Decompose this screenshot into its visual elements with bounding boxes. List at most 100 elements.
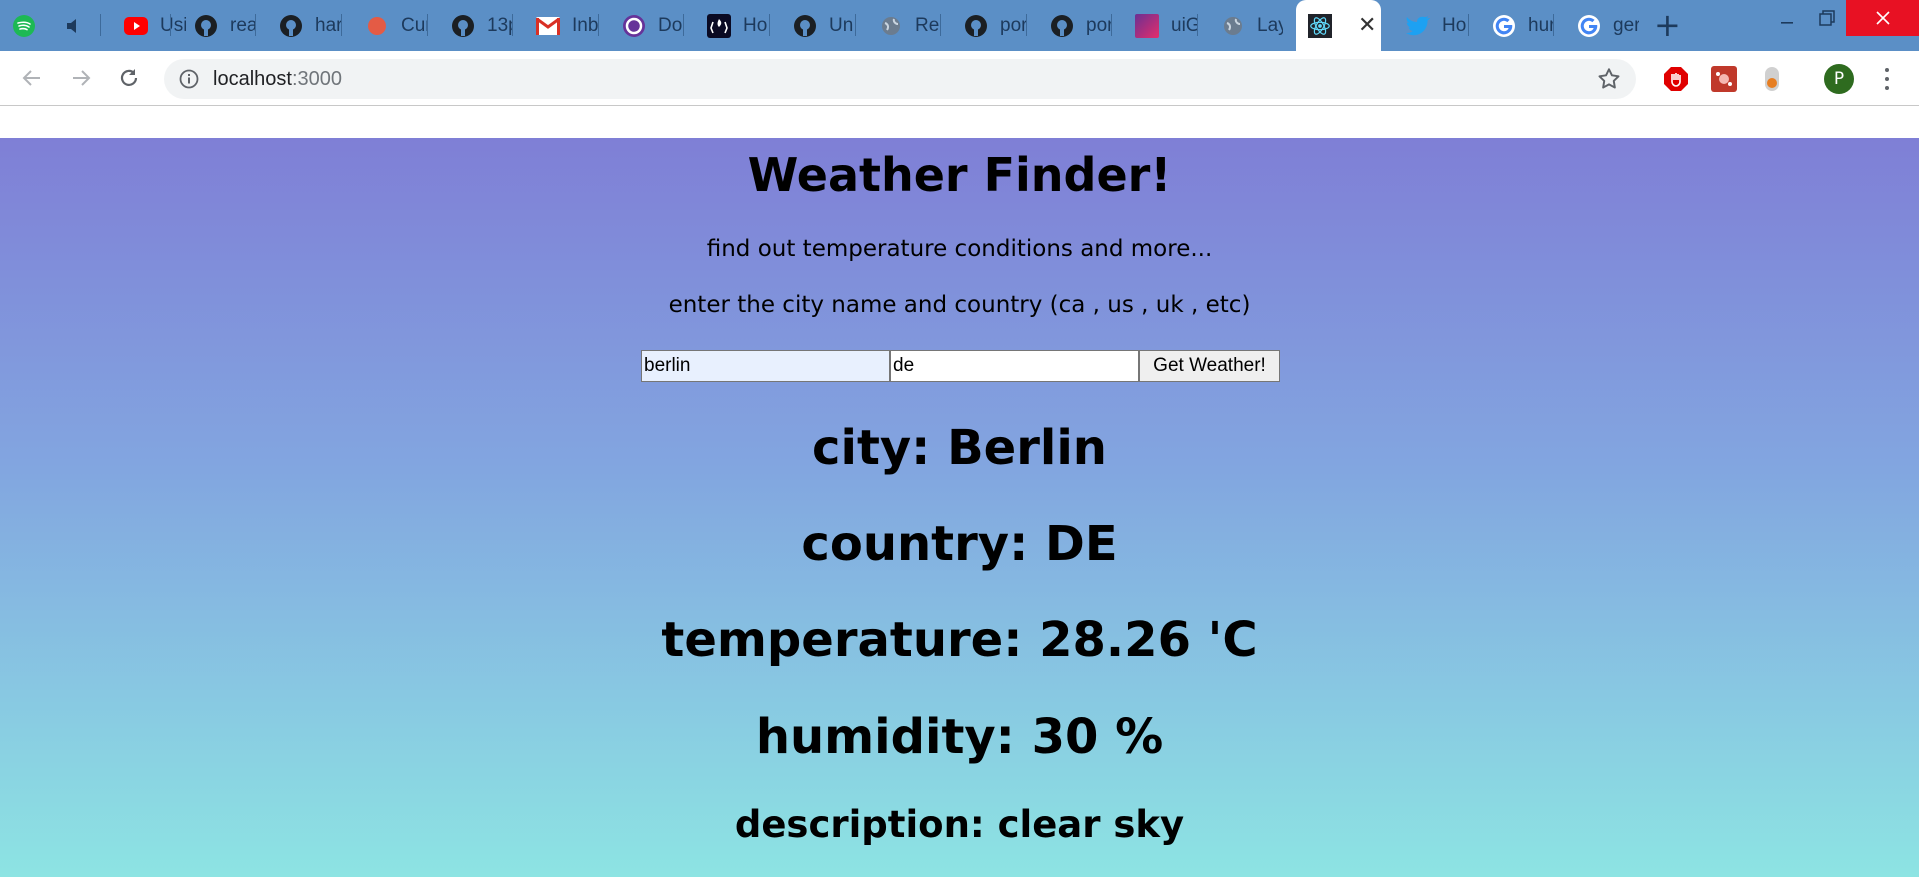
tab-twitter[interactable]: Ho — [1382, 0, 1468, 51]
tab-separator — [1197, 14, 1198, 36]
gmail-icon — [536, 14, 560, 38]
result-humidity: humidity: 30 % — [755, 709, 1164, 765]
result-country: country: DE — [801, 516, 1118, 572]
react-devtools-extension-icon[interactable] — [1711, 66, 1737, 92]
restore-button[interactable] — [1812, 0, 1842, 36]
country-input[interactable] — [890, 350, 1139, 382]
tab-strip: Usi rea har Cur 13p Inb — [0, 0, 1919, 51]
tab-title: Ho — [743, 14, 768, 36]
tab-curious[interactable]: Cur — [341, 0, 427, 51]
tab-gmail[interactable]: Inb — [512, 0, 598, 51]
tab-uigradients[interactable]: uiG — [1111, 0, 1197, 51]
github-icon — [451, 14, 475, 38]
tab-title: har — [315, 14, 341, 36]
tab-separator — [100, 14, 101, 36]
page-title: Weather Finder! — [747, 148, 1172, 202]
tab-separator — [1468, 14, 1469, 36]
app-subtitle: find out temperature conditions and more… — [706, 236, 1213, 262]
tab-title: rea — [230, 14, 256, 36]
tab-spotify[interactable] — [12, 0, 48, 51]
tab-gatsby[interactable]: Do — [598, 0, 684, 51]
react-icon — [1308, 13, 1332, 38]
url-host: localhost — [213, 68, 292, 90]
browser-menu-icon[interactable] — [1880, 64, 1894, 94]
app-instruction: enter the city name and country (ca , us… — [668, 292, 1251, 318]
tab-title: Rea — [915, 14, 941, 36]
minimize-button[interactable] — [1772, 0, 1802, 36]
tab-title: Lay — [1257, 14, 1283, 36]
toggle-extension-icon[interactable] — [1759, 66, 1785, 92]
get-weather-button[interactable]: Get Weather! — [1139, 350, 1280, 382]
tab-github-un[interactable]: Un — [769, 0, 855, 51]
tab-separator — [1553, 14, 1554, 36]
tab-react-active[interactable]: ✕ — [1296, 0, 1381, 51]
tab-title: por — [1000, 14, 1026, 36]
spotify-icon — [12, 14, 36, 38]
tab-title: Un — [829, 14, 854, 36]
close-window-button[interactable] — [1846, 0, 1919, 36]
back-button[interactable] — [18, 64, 46, 92]
github-icon — [194, 14, 218, 38]
tab-google-hur[interactable]: hur — [1468, 0, 1554, 51]
tab-title: Do — [658, 14, 683, 36]
twitter-icon — [1406, 14, 1430, 38]
google-icon — [1577, 14, 1601, 38]
tab-github-har[interactable]: har — [255, 0, 341, 51]
address-bar[interactable]: localhost:3000 — [164, 59, 1636, 99]
result-city: city: Berlin — [812, 420, 1107, 476]
url-port: :3000 — [291, 68, 342, 90]
globe-icon — [879, 14, 903, 38]
tab-separator — [1026, 14, 1027, 36]
youtube-icon — [124, 14, 148, 38]
uigradients-icon — [1135, 13, 1159, 38]
tab-github-rea[interactable]: rea — [170, 0, 256, 51]
browser-toolbar: localhost:3000 P — [0, 51, 1919, 105]
tab-title: hur — [1528, 14, 1554, 36]
url-text: localhost:3000 — [213, 68, 342, 91]
tab-title: Ho — [1442, 14, 1467, 36]
tab-title: ger — [1613, 14, 1639, 36]
tab-separator — [512, 14, 513, 36]
tab-github-13p[interactable]: 13p — [427, 0, 513, 51]
adblock-extension-icon[interactable] — [1663, 66, 1689, 92]
curious-icon — [365, 14, 389, 38]
weather-app: Weather Finder! find out temperature con… — [0, 138, 1919, 877]
tab-separator — [769, 14, 770, 36]
tab-separator — [855, 14, 856, 36]
profile-avatar[interactable]: P — [1824, 64, 1854, 94]
tab-separator — [940, 14, 941, 36]
result-description: description: clear sky — [734, 803, 1185, 846]
forward-button[interactable] — [67, 64, 95, 92]
tab-title: Inb — [572, 14, 598, 36]
tab-title: por — [1086, 14, 1112, 36]
muted-speaker-icon — [62, 14, 86, 38]
tab-title: Cur — [401, 14, 427, 36]
globe-icon — [1221, 14, 1245, 38]
bookmark-bar — [0, 105, 1919, 139]
tab-github-por-1[interactable]: por — [940, 0, 1026, 51]
info-icon[interactable] — [178, 68, 200, 94]
github-icon — [1050, 14, 1074, 38]
tab-muted[interactable] — [62, 0, 92, 51]
gatsby-icon — [622, 14, 646, 38]
tab-title: uiG — [1171, 14, 1197, 36]
city-input[interactable] — [641, 350, 890, 382]
tab-github-por-2[interactable]: por — [1026, 0, 1112, 51]
github-icon — [964, 14, 988, 38]
result-temperature: temperature: 28.26 'C — [661, 612, 1258, 668]
github-icon — [279, 14, 303, 38]
tab-separator — [598, 14, 599, 36]
tab-separator — [255, 14, 256, 36]
tab-freecodecamp[interactable]: Ho — [683, 0, 769, 51]
freecodecamp-icon — [707, 13, 731, 38]
tab-globe-lay[interactable]: Lay — [1197, 0, 1283, 51]
tab-separator — [1111, 14, 1112, 36]
tab-globe-rea[interactable]: Rea — [855, 0, 941, 51]
reload-button[interactable] — [115, 64, 143, 92]
bookmark-star-icon[interactable] — [1596, 66, 1622, 96]
tab-separator — [170, 14, 171, 36]
tab-google-ger[interactable]: ger — [1553, 0, 1639, 51]
new-tab-button[interactable]: + — [1654, 7, 1681, 43]
github-icon — [793, 14, 817, 38]
close-tab-icon[interactable]: ✕ — [1358, 13, 1376, 38]
